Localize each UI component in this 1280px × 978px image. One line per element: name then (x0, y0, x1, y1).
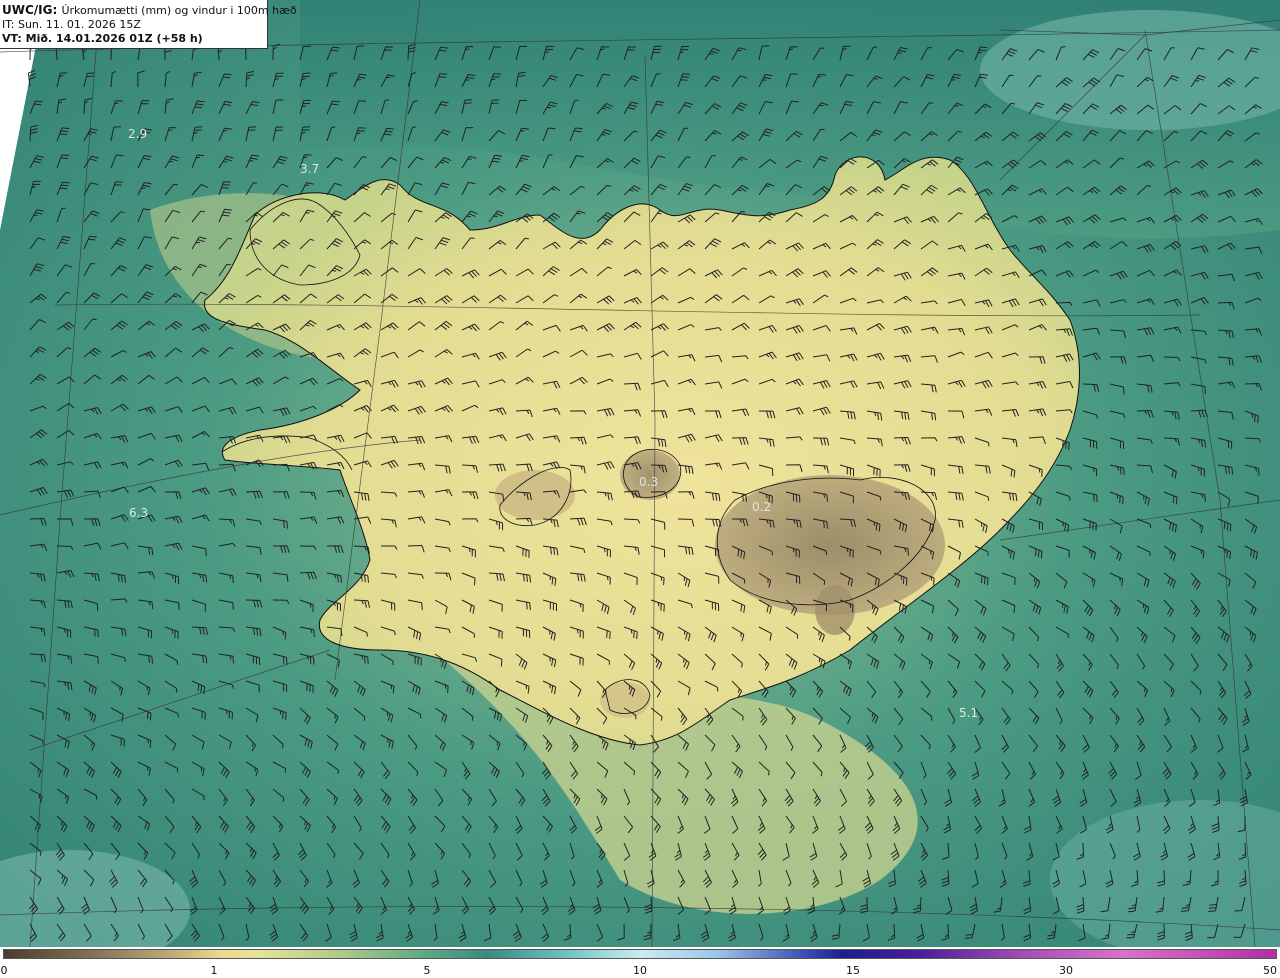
colorbar: 0 1 5 10 15 30 50 (0, 947, 1280, 978)
colorbar-tick-1: 1 (210, 964, 218, 977)
value-label-4: 0.2 (752, 500, 772, 514)
colorbar-tick-30: 30 (1059, 964, 1073, 977)
value-label-6: 5.1 (959, 706, 979, 720)
issue-time: IT: Sun. 11. 01. 2026 15Z (2, 18, 141, 31)
colorbar-tick-10: 10 (633, 964, 647, 977)
colorbar-tick-0: 0 (0, 964, 8, 977)
colorbar-tick-50: 50 (1263, 964, 1277, 977)
map-header: UWC/IG: Úrkomumætti (mm) og vindur i 100… (0, 0, 297, 49)
value-label-3: 0.3 (639, 475, 659, 489)
map-canvas (0, 0, 1280, 947)
value-label-1: 2.9 (128, 127, 148, 141)
colorbar-gradient (3, 949, 1277, 959)
product-code: UWC/IG: (2, 3, 58, 17)
header-title-line: UWC/IG: Úrkomumætti (mm) og vindur i 100… (2, 3, 297, 18)
valid-time: VT: Mið. 14.01.2026 01Z (+58 h) (2, 32, 203, 45)
colorbar-tick-5: 5 (423, 964, 431, 977)
precipitation-map: 2.9 3.7 0.3 0.2 6.3 5.1 (0, 0, 1280, 947)
value-label-2: 3.7 (300, 162, 320, 176)
colorbar-tick-15: 15 (846, 964, 860, 977)
product-description: Úrkomumætti (mm) og vindur i 100m hæð (61, 4, 297, 17)
value-label-5: 6.3 (129, 506, 149, 520)
